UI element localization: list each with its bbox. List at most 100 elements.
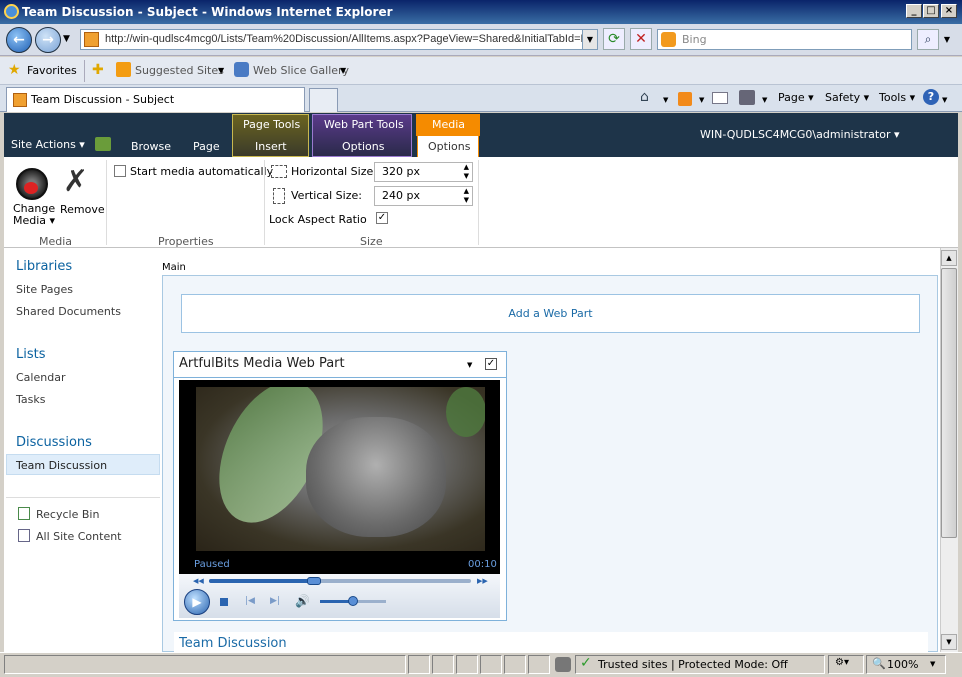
nav-all-site-content[interactable]: All Site Content <box>36 530 122 543</box>
context-media: Media <box>432 118 466 131</box>
previous-icon[interactable]: |◀ <box>245 596 255 606</box>
tab-insert[interactable]: Insert <box>255 140 287 153</box>
home-icon[interactable]: ⌂ <box>640 89 649 105</box>
page-menu[interactable]: Page ▾ <box>778 91 814 104</box>
scroll-down-icon[interactable]: ▼ <box>941 634 957 650</box>
help-icon[interactable]: ? <box>923 89 939 105</box>
horizontal-size-input[interactable]: 320 px ▲ ▼ <box>374 162 473 182</box>
ribbon-divider <box>264 160 265 245</box>
trusted-sites-status: Trusted sites | Protected Mode: Off <box>598 658 788 671</box>
page-favicon-icon <box>84 32 99 47</box>
start-media-label: Start media automatically <box>130 165 274 178</box>
close-button[interactable]: × <box>941 4 957 18</box>
nav-lists[interactable]: Lists <box>16 347 46 362</box>
volume-slider[interactable] <box>320 596 386 606</box>
vertical-size-input[interactable]: 240 px ▲ ▼ <box>374 186 473 206</box>
seek-bar[interactable] <box>209 577 471 585</box>
add-favorites-icon[interactable]: ✚ <box>92 62 104 78</box>
search-input[interactable]: Bing <box>657 29 912 50</box>
print-icon[interactable] <box>739 90 755 105</box>
address-dropdown-icon[interactable]: ▼ <box>582 29 598 50</box>
safety-menu-label: Safety <box>825 91 861 104</box>
favorites-button[interactable]: Favorites <box>27 64 77 77</box>
nav-site-pages[interactable]: Site Pages <box>16 283 73 296</box>
user-menu[interactable]: WIN-QUDLSC4MCG0\administrator ▾ <box>700 128 900 141</box>
tab-page[interactable]: Page <box>193 140 220 153</box>
refresh-icon[interactable]: ⟳ <box>603 28 625 50</box>
home-dropdown-icon[interactable]: ▼ <box>663 96 668 104</box>
feeds-icon[interactable] <box>678 92 692 106</box>
nav-libraries[interactable]: Libraries <box>16 259 72 274</box>
feeds-dropdown-icon[interactable]: ▼ <box>699 96 704 104</box>
zoom-dropdown-icon[interactable]: ▼ <box>930 660 935 668</box>
stop-playback-icon[interactable] <box>220 598 228 606</box>
help-dropdown-icon[interactable]: ▼ <box>942 96 947 104</box>
scroll-up-icon[interactable]: ▲ <box>941 250 957 266</box>
window-titlebar: Team Discussion - Subject - Windows Inte… <box>0 0 962 24</box>
vertical-size-spinner-icon[interactable]: ▲ ▼ <box>464 187 469 205</box>
address-url: http://win-qudlsc4mcg0/Lists/Team%20Disc… <box>105 33 589 45</box>
status-box <box>504 655 526 674</box>
tools-menu[interactable]: Tools ▾ <box>879 91 915 104</box>
group-properties-label: Properties <box>158 235 214 248</box>
nav-shared-documents[interactable]: Shared Documents <box>16 305 121 318</box>
change-media-button[interactable]: Change Media ▾ <box>13 203 57 227</box>
minimize-button[interactable]: _ <box>906 4 922 18</box>
tab-favicon-icon <box>13 93 27 107</box>
address-bar[interactable]: http://win-qudlsc4mcg0/Lists/Team%20Disc… <box>80 29 598 50</box>
search-options-dropdown-icon[interactable]: ▼ <box>940 29 954 50</box>
web-slice-gallery-link[interactable]: Web Slice Gallery <box>253 64 349 77</box>
horizontal-size-spinner-icon[interactable]: ▲ ▼ <box>464 163 469 181</box>
volume-icon[interactable]: 🔊 <box>295 594 310 608</box>
nav-calendar[interactable]: Calendar <box>16 371 65 384</box>
seek-thumb[interactable] <box>306 577 321 585</box>
add-web-part-button[interactable]: Add a Web Part <box>181 294 920 333</box>
foliage-shape <box>446 387 485 437</box>
zoom-icon: 🔍 <box>872 657 886 670</box>
recent-pages-dropdown-icon[interactable]: ▼ <box>63 34 70 44</box>
volume-thumb[interactable] <box>348 596 358 606</box>
remove-button[interactable]: Remove <box>60 203 105 216</box>
start-media-checkbox[interactable] <box>114 165 126 177</box>
status-box <box>456 655 478 674</box>
suggested-sites-link[interactable]: Suggested Sites <box>135 64 224 77</box>
web-part-select-checkbox[interactable]: ✓ <box>485 358 497 370</box>
site-actions-menu[interactable]: Site Actions ▾ <box>11 138 85 151</box>
back-button[interactable]: ← <box>6 27 32 53</box>
read-mail-icon[interactable] <box>712 92 728 104</box>
media-play-badge-icon <box>24 182 38 194</box>
tab-media-options[interactable]: Options <box>428 140 470 153</box>
window-title: Team Discussion - Subject - Windows Inte… <box>22 5 393 19</box>
safety-menu[interactable]: Safety ▾ <box>825 91 869 104</box>
nav-team-discussion[interactable]: Team Discussion <box>16 459 107 472</box>
web-slice-dropdown-icon[interactable]: ▼ <box>340 66 346 75</box>
tab-browse[interactable]: Browse <box>131 140 171 153</box>
search-icon[interactable]: ⌕ <box>917 29 939 50</box>
nav-recycle-bin[interactable]: Recycle Bin <box>36 508 99 521</box>
video-frame <box>196 387 485 551</box>
browser-tab[interactable]: Team Discussion - Subject <box>6 87 305 112</box>
web-part-menu-icon[interactable]: ▼ <box>467 361 472 369</box>
suggested-sites-dropdown-icon[interactable]: ▼ <box>218 66 224 75</box>
tab-web-part-options[interactable]: Options <box>342 140 384 153</box>
maximize-button[interactable]: □ <box>923 4 939 18</box>
lock-aspect-checkbox[interactable]: ✓ <box>376 212 388 224</box>
rewind-icon[interactable]: ◀◀ <box>193 577 204 585</box>
player-status: Paused <box>194 559 230 570</box>
new-tab-button[interactable] <box>309 88 338 112</box>
remove-icon[interactable]: ✗ <box>63 165 88 199</box>
stop-icon[interactable]: ✕ <box>630 28 652 50</box>
nav-tasks[interactable]: Tasks <box>16 393 45 406</box>
list-web-part-title[interactable]: Team Discussion <box>179 636 287 651</box>
fast-forward-icon[interactable]: ▶▶ <box>477 577 488 585</box>
forward-button[interactable]: → <box>35 27 61 53</box>
scroll-thumb[interactable] <box>941 268 957 538</box>
vertical-size-label: Vertical Size: <box>291 189 362 202</box>
horizontal-size-label: Horizontal Size: <box>291 165 377 178</box>
navigate-up-icon[interactable] <box>95 137 111 151</box>
play-icon[interactable]: ▶ <box>184 589 210 615</box>
nav-discussions[interactable]: Discussions <box>16 435 92 450</box>
print-dropdown-icon[interactable]: ▼ <box>762 96 767 104</box>
next-icon[interactable]: ▶| <box>270 596 280 606</box>
film-reel-icon[interactable] <box>16 168 48 200</box>
